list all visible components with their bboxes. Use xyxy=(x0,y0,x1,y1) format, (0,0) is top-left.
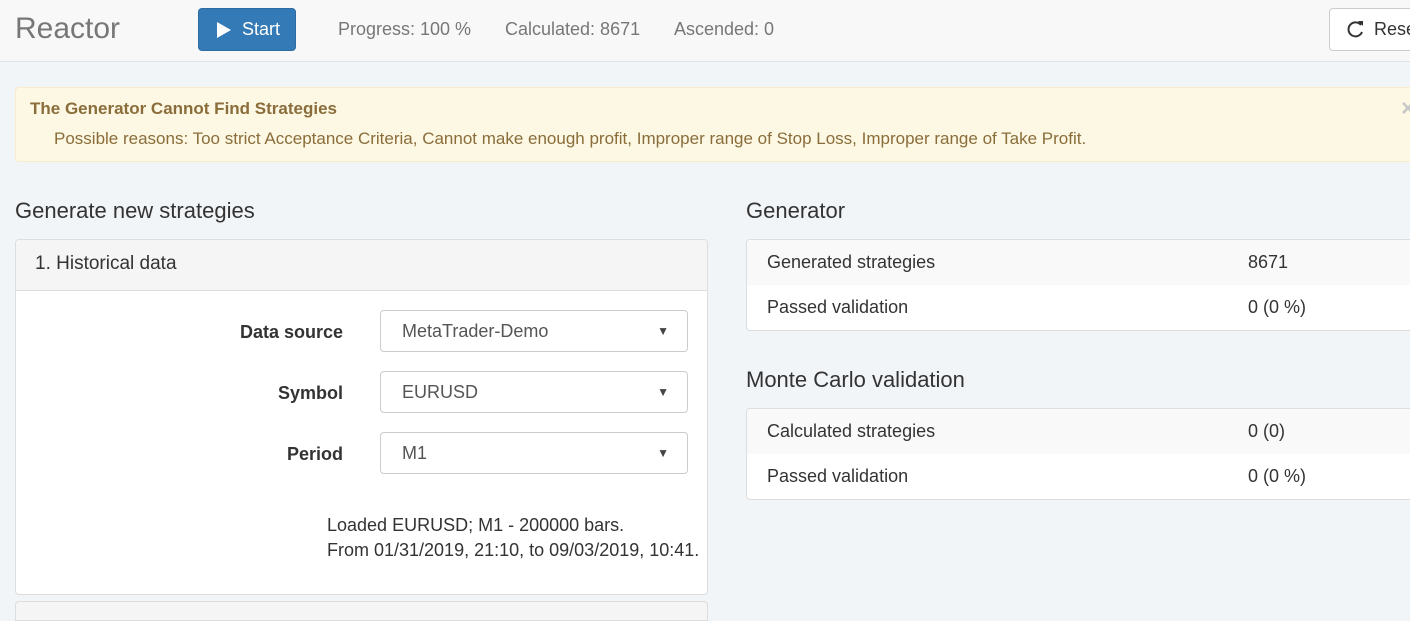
data-source-select[interactable]: MetaTrader-Demo ▼ xyxy=(380,310,688,352)
table-row: Passed validation 0 (0 %) xyxy=(747,454,1410,499)
panel-title: 1. Historical data xyxy=(16,240,707,291)
period-select[interactable]: M1 ▼ xyxy=(380,432,688,474)
table-row: Generated strategies 8671 xyxy=(747,240,1410,285)
reset-button-label: Reset xyxy=(1374,19,1410,39)
table-row: Passed validation 0 (0 %) xyxy=(747,285,1410,330)
row-value: 8671 xyxy=(1248,252,1289,272)
play-icon xyxy=(217,21,231,38)
warning-alert: The Generator Cannot Find Strategies Pos… xyxy=(15,87,1410,162)
period-label: Period xyxy=(286,444,343,464)
symbol-select[interactable]: EURUSD ▼ xyxy=(380,371,688,413)
row-value: 0 (0 %) xyxy=(1248,297,1307,317)
caret-down-icon: ▼ xyxy=(657,446,669,460)
caret-down-icon: ▼ xyxy=(657,385,669,399)
historical-data-panel: 1. Historical data Data source MetaTrade… xyxy=(15,239,708,595)
toolbar: Reactor Start Progress: 100 % Calculated… xyxy=(0,0,1410,62)
table-row: Calculated strategies 0 (0) xyxy=(747,409,1410,454)
period-value: M1 xyxy=(402,443,428,463)
row-label: Passed validation xyxy=(767,466,909,486)
ascended-status: Ascended: 0 xyxy=(674,19,775,39)
symbol-label: Symbol xyxy=(277,383,343,403)
generator-title: Generator xyxy=(746,198,846,223)
data-source-value: MetaTrader-Demo xyxy=(402,321,549,341)
next-panel-heading xyxy=(15,601,708,621)
progress-status: Progress: 100 % xyxy=(338,19,472,39)
caret-down-icon: ▼ xyxy=(657,324,669,338)
start-button-label: Start xyxy=(242,19,281,39)
close-icon[interactable]: × xyxy=(1401,97,1410,121)
alert-text: Possible reasons: Too strict Acceptance … xyxy=(54,129,1087,148)
date-range-info: From 01/31/2019, 21:10, to 09/03/2019, 1… xyxy=(327,540,700,560)
row-value: 0 (0 %) xyxy=(1248,466,1307,486)
start-button[interactable]: Start xyxy=(198,8,296,51)
loaded-info: Loaded EURUSD; M1 - 200000 bars. xyxy=(327,515,625,535)
data-source-label: Data source xyxy=(239,322,343,342)
generator-table: Generated strategies 8671 Passed validat… xyxy=(746,239,1410,331)
row-label: Passed validation xyxy=(767,297,909,317)
row-label: Generated strategies xyxy=(767,252,936,272)
refresh-icon xyxy=(1347,20,1363,37)
calculated-status: Calculated: 8671 xyxy=(505,19,641,39)
app-title: Reactor xyxy=(15,12,121,45)
generate-section-title: Generate new strategies xyxy=(15,198,255,223)
reset-button[interactable]: Reset xyxy=(1329,8,1410,51)
monte-carlo-title: Monte Carlo validation xyxy=(746,367,965,392)
row-value: 0 (0) xyxy=(1248,421,1286,441)
row-label: Calculated strategies xyxy=(767,421,936,441)
alert-title: The Generator Cannot Find Strategies xyxy=(30,99,337,118)
symbol-value: EURUSD xyxy=(402,382,479,402)
monte-carlo-table: Calculated strategies 0 (0) Passed valid… xyxy=(746,408,1410,500)
